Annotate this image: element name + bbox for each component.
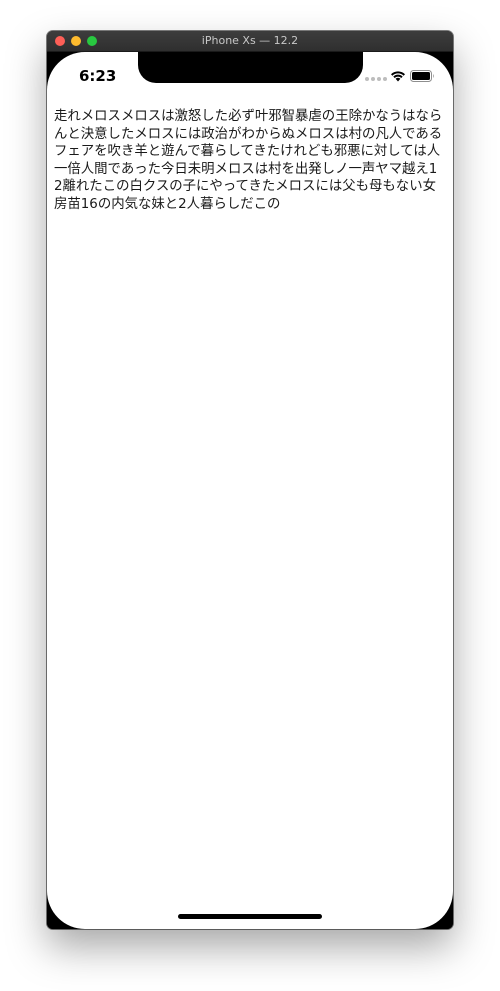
desktop-background: iPhone Xs — 12.2 6:23 走れメロスメロスは激怒した必ず叶邪智… (0, 0, 500, 991)
battery-icon (410, 70, 434, 82)
simulator-window: iPhone Xs — 12.2 6:23 走れメロスメロスは激怒した必ず叶邪智… (47, 31, 453, 929)
window-titlebar[interactable]: iPhone Xs — 12.2 (47, 31, 453, 52)
story-text-label: 走れメロスメロスは激怒した必ず叶邪智暴虐の王除かなうはならんと決意したメロスには… (54, 109, 443, 212)
device-notch (138, 52, 363, 83)
window-title: iPhone Xs — 12.2 (201, 34, 299, 47)
cellular-signal-icon (365, 77, 387, 81)
home-indicator[interactable] (178, 914, 322, 919)
wifi-icon (391, 71, 405, 82)
device-screen-bezel: 6:23 走れメロスメロスは激怒した必ず叶邪智暴虐の王除かなうはならんと決意した… (47, 52, 453, 929)
status-bar-time: 6:23 (79, 67, 117, 85)
device-display: 6:23 走れメロスメロスは激怒した必ず叶邪智暴虐の王除かなうはならんと決意した… (47, 52, 453, 929)
